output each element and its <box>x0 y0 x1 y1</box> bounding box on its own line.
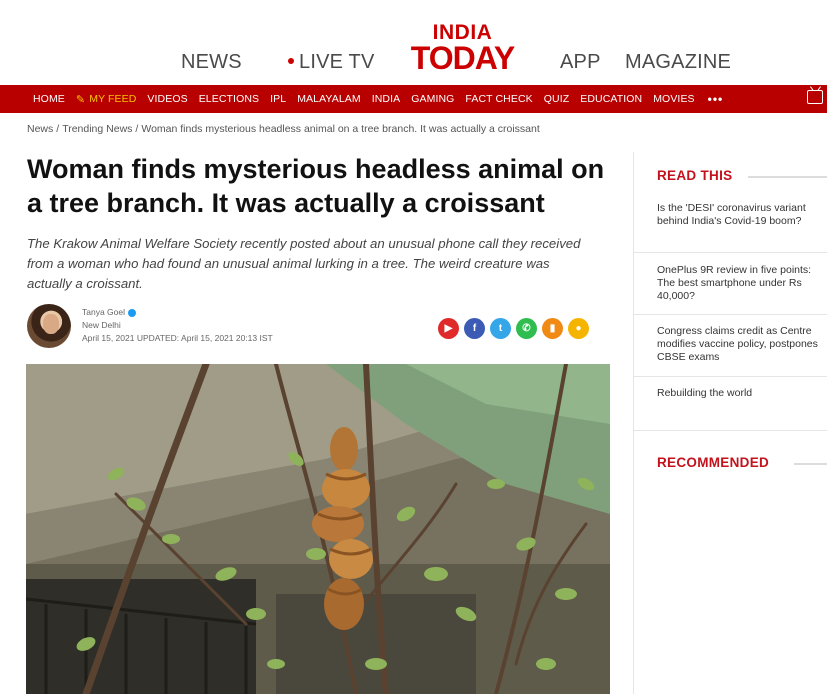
article-dates: April 15, 2021 UPDATED: April 15, 2021 2… <box>82 333 273 343</box>
sidebar-separator <box>634 314 827 315</box>
author-avatar[interactable] <box>27 304 71 348</box>
breadcrumb-news[interactable]: News <box>27 123 53 135</box>
nav-more-button[interactable]: ••• <box>708 92 724 106</box>
recommended-title: RECOMMENDED <box>657 455 770 470</box>
recommended-divider <box>794 463 827 465</box>
live-dot-icon <box>288 57 294 64</box>
sidebar: READ THIS Is the 'DESI' coronavirus vari… <box>633 152 827 694</box>
breadcrumb-current: Woman finds mysterious headless animal o… <box>141 123 540 135</box>
article-byline: Tanya Goel New Delhi April 15, 2021 UPDA… <box>27 304 612 352</box>
nav-item-my-feed[interactable]: ✎ MY FEED <box>76 93 137 106</box>
tv-icon[interactable] <box>807 90 823 104</box>
article-photo-croissant-in-tree <box>26 364 610 694</box>
top-header: NEWS LIVE TV INDIA TODAY APP MAGAZINE <box>0 0 827 85</box>
share-icons: ▶ f t ✆ ▮ ● <box>438 318 594 339</box>
bookmark-icon[interactable]: ▮ <box>542 318 563 339</box>
youtube-icon[interactable]: ▶ <box>438 318 459 339</box>
nav-item-india[interactable]: INDIA <box>372 93 401 105</box>
read-this-item-2[interactable]: OnePlus 9R review in five points: The be… <box>657 264 825 303</box>
nav-item-education[interactable]: EDUCATION <box>580 93 642 105</box>
sidebar-separator <box>634 376 827 377</box>
logo-line-2: TODAY <box>410 40 515 76</box>
nav-item-my-feed-label: MY FEED <box>89 93 137 105</box>
author-info: Tanya Goel New Delhi April 15, 2021 UPDA… <box>82 306 273 345</box>
author-name[interactable]: Tanya Goel <box>82 306 125 319</box>
nav-item-gaming[interactable]: GAMING <box>411 93 454 105</box>
whatsapp-icon[interactable]: ✆ <box>516 318 537 339</box>
nav-item-fact-check[interactable]: FACT CHECK <box>465 93 532 105</box>
magazine-link[interactable]: MAGAZINE <box>625 51 731 74</box>
facebook-icon[interactable]: f <box>464 318 485 339</box>
read-this-title: READ THIS <box>657 168 733 183</box>
article-headline: Woman finds mysterious headless animal o… <box>27 154 605 218</box>
nav-item-home[interactable]: HOME <box>33 93 65 105</box>
nav-item-quiz[interactable]: QUIZ <box>544 93 569 105</box>
read-this-divider <box>748 176 827 178</box>
main-navbar: HOME ✎ MY FEED VIDEOS ELECTIONS IPL MALAY… <box>0 85 827 113</box>
author-location: New Delhi <box>82 320 121 330</box>
nav-item-elections[interactable]: ELECTIONS <box>199 93 259 105</box>
nav-item-malayalam[interactable]: MALAYALAM <box>297 93 361 105</box>
twitter-verified-icon[interactable] <box>128 308 136 317</box>
article-summary: The Krakow Animal Welfare Society recent… <box>27 236 581 291</box>
india-today-logo[interactable]: INDIA TODAY <box>405 22 520 77</box>
news-link[interactable]: NEWS <box>181 51 242 74</box>
comment-icon[interactable]: ● <box>568 318 589 339</box>
nav-item-videos[interactable]: VIDEOS <box>147 93 187 105</box>
read-this-item-4[interactable]: Rebuilding the world <box>657 387 825 400</box>
sidebar-separator <box>634 430 827 431</box>
live-tv-label: LIVE TV <box>299 51 375 73</box>
live-tv-link[interactable]: LIVE TV <box>288 51 375 74</box>
breadcrumb: News / Trending News / Woman finds mysteriou… <box>27 123 540 135</box>
nav-item-ipl[interactable]: IPL <box>270 93 286 105</box>
read-this-item-3[interactable]: Congress claims credit as Centre modifie… <box>657 325 825 364</box>
twitter-icon[interactable]: t <box>490 318 511 339</box>
pencil-icon: ✎ <box>75 93 86 106</box>
nav-item-movies[interactable]: MOVIES <box>653 93 694 105</box>
sidebar-separator <box>634 252 827 253</box>
app-link[interactable]: APP <box>560 51 601 74</box>
breadcrumb-trending-news[interactable]: Trending News <box>62 123 132 135</box>
read-this-item-1[interactable]: Is the 'DESI' coronavirus variant behind… <box>657 202 825 228</box>
